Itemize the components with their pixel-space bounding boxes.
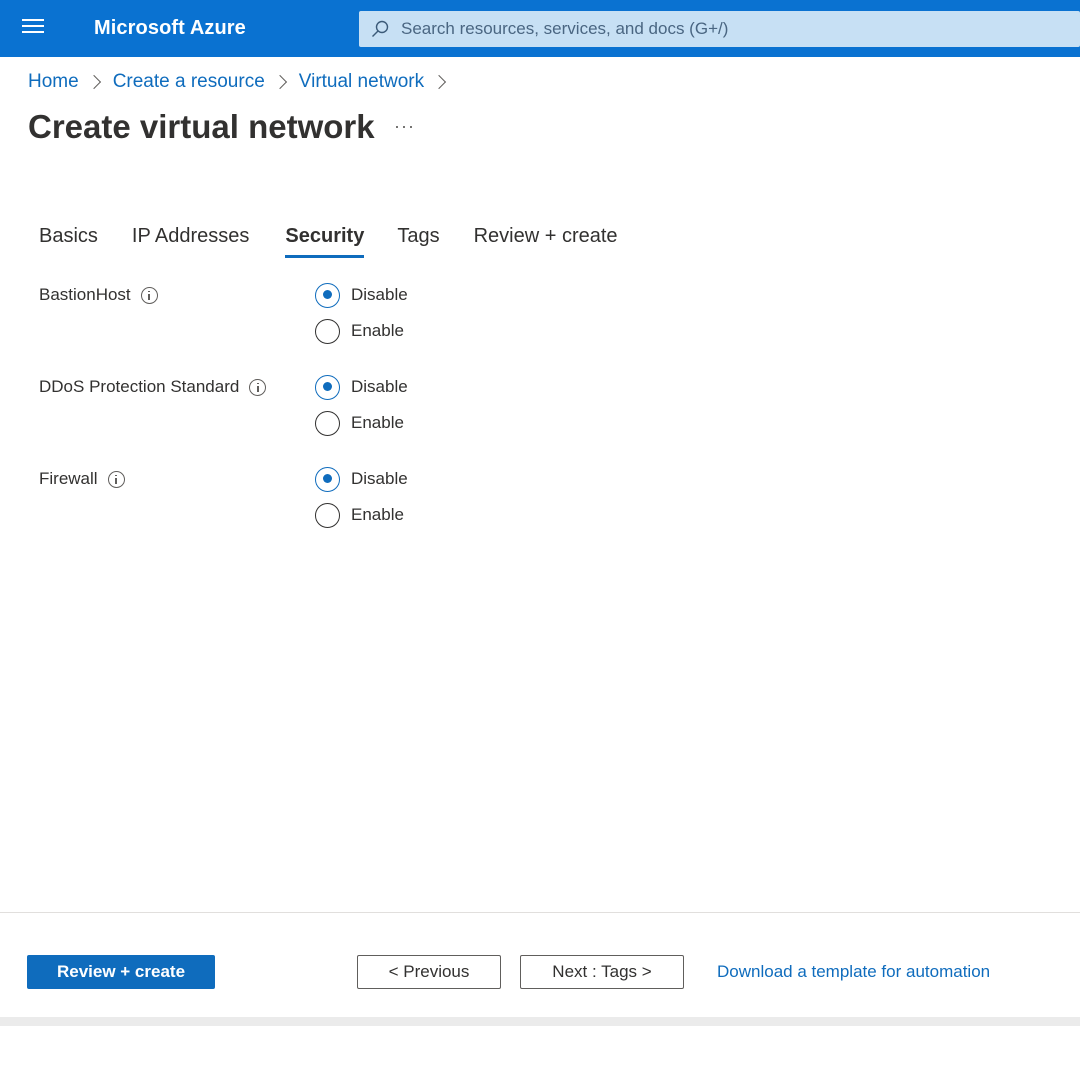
ddos-label-text: DDoS Protection Standard [39, 377, 240, 396]
info-icon[interactable] [249, 378, 267, 396]
breadcrumb-virtual-network[interactable]: Virtual network [299, 71, 424, 93]
search-icon [372, 20, 389, 37]
previous-button[interactable]: < Previous [357, 955, 501, 989]
tab-ip-addresses[interactable]: IP Addresses [132, 225, 249, 258]
radio-unselected-icon[interactable] [315, 502, 340, 528]
ddos-label: DDoS Protection Standard [39, 377, 267, 397]
breadcrumb-home[interactable]: Home [28, 71, 79, 93]
download-template-link[interactable]: Download a template for automation [717, 962, 990, 982]
chevron-right-icon [432, 74, 447, 90]
breadcrumb-create-resource[interactable]: Create a resource [113, 71, 265, 93]
footer-divider [0, 912, 1080, 913]
tab-tags[interactable]: Tags [397, 225, 439, 258]
tab-basics[interactable]: Basics [39, 225, 98, 258]
ddos-disable-radio[interactable]: Disable [315, 369, 408, 405]
search-box[interactable] [359, 11, 1080, 47]
radio-label: Disable [351, 377, 408, 396]
firewall-label-text: Firewall [39, 469, 98, 488]
firewall-radio-group: Disable Enable [315, 461, 408, 533]
radio-label: Enable [351, 413, 404, 432]
top-bar: Microsoft Azure [0, 0, 1080, 57]
bastionhost-radio-group: Disable Enable [315, 277, 408, 349]
radio-label: Disable [351, 285, 408, 304]
radio-selected-icon[interactable] [315, 466, 340, 492]
radio-label: Disable [351, 469, 408, 488]
radio-selected-icon[interactable] [315, 282, 340, 308]
more-options-icon[interactable]: ··· [394, 116, 415, 137]
firewall-enable-radio[interactable]: Enable [315, 497, 408, 533]
chevron-right-icon [272, 74, 287, 90]
radio-selected-icon[interactable] [315, 374, 340, 400]
brand-title[interactable]: Microsoft Azure [94, 17, 246, 40]
breadcrumb: Home Create a resource Virtual network [28, 71, 458, 93]
tab-security[interactable]: Security [285, 225, 364, 258]
ddos-radio-group: Disable Enable [315, 369, 408, 441]
radio-label: Enable [351, 321, 404, 340]
page-title: Create virtual network [28, 108, 375, 145]
radio-unselected-icon[interactable] [315, 318, 340, 344]
radio-label: Enable [351, 505, 404, 524]
horizontal-scrollbar[interactable] [0, 1017, 1080, 1026]
hamburger-menu-icon[interactable] [22, 19, 44, 37]
info-icon[interactable] [107, 470, 125, 488]
firewall-disable-radio[interactable]: Disable [315, 461, 408, 497]
info-icon[interactable] [140, 286, 158, 304]
next-tags-button[interactable]: Next : Tags > [520, 955, 684, 989]
chevron-right-icon [86, 74, 101, 90]
bastionhost-label: BastionHost [39, 285, 158, 305]
firewall-label: Firewall [39, 469, 125, 489]
ddos-enable-radio[interactable]: Enable [315, 405, 408, 441]
search-input[interactable] [401, 19, 1041, 39]
bastionhost-disable-radio[interactable]: Disable [315, 277, 408, 313]
radio-unselected-icon[interactable] [315, 410, 340, 436]
bastionhost-enable-radio[interactable]: Enable [315, 313, 408, 349]
bastionhost-label-text: BastionHost [39, 285, 131, 304]
tab-bar: Basics IP Addresses Security Tags Review… [39, 225, 618, 258]
tab-review-create[interactable]: Review + create [474, 225, 618, 258]
review-create-button[interactable]: Review + create [27, 955, 215, 989]
